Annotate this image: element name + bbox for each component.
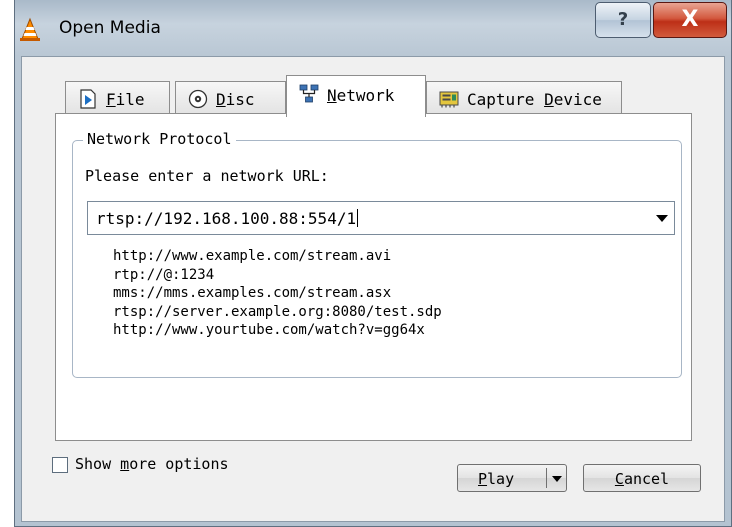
play-button-label: Play xyxy=(478,470,515,488)
close-icon: X xyxy=(681,7,699,32)
title-bar[interactable]: Open Media ? X xyxy=(15,0,731,56)
tab-disc-label: Disc xyxy=(216,90,255,109)
tab-capture-device[interactable]: Capture Device xyxy=(426,81,622,117)
text-caret xyxy=(357,209,359,227)
play-options-dropdown-icon[interactable] xyxy=(552,476,562,482)
url-example: mms://mms.examples.com/stream.asx xyxy=(113,285,392,301)
url-example: rtp://@:1234 xyxy=(113,266,215,283)
tab-file[interactable]: File xyxy=(65,81,170,117)
network-tab-panel: Network Protocol Please enter a network … xyxy=(55,113,692,441)
chevron-down-icon[interactable] xyxy=(656,215,668,222)
group-title: Network Protocol xyxy=(83,130,236,148)
tab-network[interactable]: Network xyxy=(286,75,426,117)
window-title: Open Media xyxy=(59,18,161,38)
tab-disc[interactable]: Disc xyxy=(175,81,286,117)
network-protocol-group: Network Protocol Please enter a network … xyxy=(72,130,682,378)
network-url-combobox[interactable]: rtsp://192.168.100.88:554/1 xyxy=(87,201,675,235)
split-divider xyxy=(546,468,547,488)
disc-icon xyxy=(188,89,208,109)
network-icon xyxy=(299,84,319,103)
close-button[interactable]: X xyxy=(653,2,727,38)
show-more-options-checkbox[interactable] xyxy=(52,457,68,473)
url-example: rtsp://server.example.org:8080/test.sdp xyxy=(113,303,442,320)
network-url-input[interactable]: rtsp://192.168.100.88:554/1 xyxy=(96,209,359,228)
tab-file-label: File xyxy=(106,90,145,109)
url-examples-list: http://www.example.com/stream.avi rtp://… xyxy=(113,247,442,340)
url-prompt-label: Please enter a network URL: xyxy=(85,167,329,185)
capture-card-icon xyxy=(439,91,459,108)
help-icon: ? xyxy=(617,9,629,30)
url-example: http://www.example.com/stream.avi xyxy=(113,248,392,264)
cancel-button-label: Cancel xyxy=(614,470,670,488)
cancel-button[interactable]: Cancel xyxy=(583,464,701,492)
open-media-dialog: Open Media ? X File Disc Network Capture… xyxy=(14,0,732,527)
play-button[interactable]: Play xyxy=(457,464,567,492)
help-button[interactable]: ? xyxy=(595,2,651,38)
dialog-body: File Disc Network Capture Device Network… xyxy=(21,56,725,522)
vlc-cone-icon xyxy=(20,17,40,41)
file-play-icon xyxy=(80,89,96,109)
tab-capture-device-label: Capture Device xyxy=(467,90,602,109)
show-more-options-label[interactable]: Show more options xyxy=(75,455,229,473)
url-example: http://www.yourtube.com/watch?v=gg64x xyxy=(113,322,425,338)
tab-network-label: Network xyxy=(327,86,395,105)
